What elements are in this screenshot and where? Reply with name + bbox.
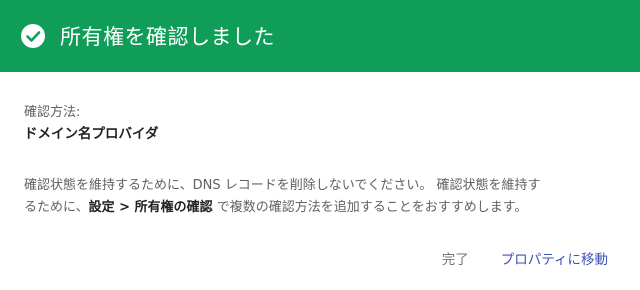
note-line-2-prefix: るために、	[24, 200, 89, 215]
method-value: ドメイン名プロバイダ	[24, 126, 159, 142]
note-line-2: るために、設定 > 所有権の確認 で複数の確認方法を追加することをおすすめします…	[24, 197, 620, 219]
method-label: 確認方法:	[24, 105, 81, 120]
check-circle-icon	[20, 23, 46, 49]
dialog-header: 所有権を確認しました	[0, 0, 640, 72]
dialog-title: 所有権を確認しました	[60, 25, 275, 49]
dialog-actions: 完了 プロパティに移動	[442, 244, 608, 272]
dns-note: 確認状態を維持するために、DNS レコードを削除しないでください。 確認状態を維…	[24, 175, 620, 219]
settings-path: 設定 > 所有権の確認	[88, 200, 213, 215]
note-line-2-suffix: で複数の確認方法を追加することをおすすめします。	[212, 200, 528, 215]
done-button[interactable]: 完了	[442, 244, 469, 272]
go-to-property-button[interactable]: プロパティに移動	[501, 244, 608, 272]
verification-method: 確認方法: ドメイン名プロバイダ	[24, 104, 616, 144]
verification-dialog: 所有権を確認しました 確認方法: ドメイン名プロバイダ 確認状態を維持するために…	[0, 0, 640, 290]
note-line-1: 確認状態を維持するために、DNS レコードを削除しないでください。 確認状態を維…	[24, 178, 541, 193]
